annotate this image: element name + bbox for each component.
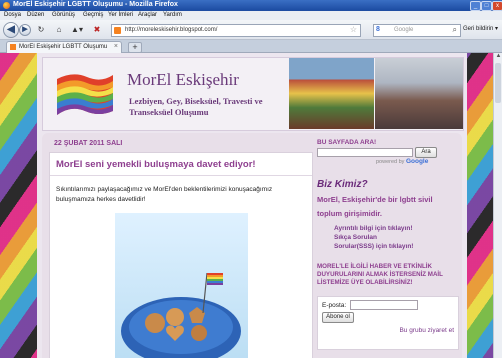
post-title[interactable]: MorEl seni yemekli buluşmaya davet ediyo… [56, 159, 256, 170]
parade-photo [289, 58, 374, 129]
email-label: E-posta: [322, 302, 347, 309]
reload-icon[interactable]: ↻ [36, 25, 46, 35]
new-tab-button[interactable]: + [128, 42, 142, 53]
rainbow-flag-logo [57, 74, 113, 115]
about-text: MorEl, Eskişehir'de bir lgbtt sivil topl… [317, 195, 433, 218]
blog-wrapper: MorEl Eskişehir Lezbiyen, Gey, Biseksüel… [37, 53, 467, 358]
tab-strip: MorEl Eskişehir LGBTT Oluşumu × + [0, 40, 502, 53]
visit-group-link[interactable]: Bu grubu ziyaret et [399, 327, 454, 334]
menu-tools[interactable]: Araçlar [138, 12, 157, 18]
blog-description: Lezbiyen, Gey, Biseksüel, Travesti ve Tr… [129, 96, 263, 117]
menu-history[interactable]: Geçmiş [83, 12, 103, 18]
faq-link[interactable]: Sıkça Sorulan [334, 234, 377, 241]
search-widget-title: BU SAYFADA ARA! [317, 139, 377, 146]
window-title-bar: MorEl Eskişehir LGBTT Oluşumu - Mozilla … [0, 0, 502, 11]
maximize-button[interactable]: □ [481, 1, 492, 11]
forward-arrow-icon[interactable]: ▶ [19, 24, 31, 36]
navigation-toolbar: ◀ ▶ ↻ ⌂ ▲▾ ✖ http://moreleskisehir.blogs… [0, 20, 502, 40]
home-icon[interactable]: ⌂ [54, 25, 64, 35]
google-icon: 8 [376, 26, 380, 33]
blog-search-input[interactable] [317, 148, 413, 157]
minimize-button[interactable]: _ [470, 1, 481, 11]
post-date: 22 ŞUBAT 2011 SALI [54, 140, 123, 147]
firefox-icon [3, 2, 10, 9]
tab-label: MorEl Eskişehir LGBTT Oluşumu [19, 44, 108, 50]
powered-by-google: powered by Google [376, 158, 428, 165]
menu-view[interactable]: Görünüş [52, 12, 75, 18]
subscribe-widget: E-posta: Abone ol Bu grubu ziyaret et [317, 296, 459, 350]
search-icon[interactable]: ⌕ [453, 25, 457, 35]
stop-icon[interactable]: ✖ [92, 25, 102, 35]
post-divider [50, 175, 312, 176]
faq-questions-link[interactable]: Sorular(SSS) için tıklayın! [334, 243, 413, 250]
vertical-scrollbar[interactable]: ▲ [493, 53, 502, 358]
blogger-icon [114, 27, 121, 34]
menu-edit[interactable]: Düzen [27, 12, 44, 18]
feedback-button[interactable]: Geri bildirin ▾ [463, 24, 499, 35]
email-field[interactable] [350, 300, 418, 310]
menu-file[interactable]: Dosya [4, 12, 21, 18]
close-tab-icon[interactable]: × [114, 43, 118, 50]
menu-bookmarks[interactable]: Yer İmleri [108, 12, 133, 18]
post-image[interactable] [115, 213, 248, 358]
search-box[interactable]: 8 Google ⌕ [373, 24, 461, 37]
close-window-button[interactable]: x [492, 1, 502, 11]
menu-bar: Dosya Düzen Görünüş Geçmiş Yer İmleri Ar… [0, 11, 502, 20]
search-placeholder[interactable]: Google [394, 27, 413, 33]
powered-by-text: powered by [376, 159, 405, 165]
blog-title[interactable]: MorEl Eskişehir [127, 70, 239, 90]
about-title: Biz Kimiz? [317, 179, 368, 190]
content-area: 22 ŞUBAT 2011 SALI MorEl seni yemekli bu… [42, 133, 462, 358]
scroll-up-icon[interactable]: ▲ [494, 53, 502, 62]
cookies-plate-illustration [121, 272, 241, 358]
blog-post: MorEl seni yemekli buluşmaya davet ediyo… [49, 152, 313, 358]
bookmark-star-icon[interactable]: ☆ [350, 25, 357, 34]
address-bar[interactable]: http://moreleskisehir.blogspot.com/ ☆ [111, 24, 361, 37]
scrollbar-thumb[interactable] [495, 63, 501, 103]
web-page: MorEl Eskişehir Lezbiyen, Gey, Biseksüel… [0, 53, 493, 358]
blog-search-button[interactable]: Ara [415, 147, 437, 158]
window-title: MorEl Eskişehir LGBTT Oluşumu - Mozilla … [13, 1, 178, 8]
post-body: Sıkıntılarımızı paylaşacağımız ve MorEl'… [56, 186, 273, 203]
tab-morel[interactable]: MorEl Eskişehir LGBTT Oluşumu × [6, 41, 122, 53]
subscribe-button[interactable]: Abone ol [322, 312, 354, 323]
menu-help[interactable]: Yardım [163, 12, 182, 18]
address-text[interactable]: http://moreleskisehir.blogspot.com/ [125, 27, 217, 33]
sidebar: BU SAYFADA ARA! Ara powered by Google Bi… [317, 139, 460, 358]
blogger-icon [10, 44, 16, 50]
google-brand: Google [405, 158, 429, 165]
back-arrow-icon[interactable]: ◀ [3, 22, 19, 38]
downloads-icon[interactable]: ▲▾ [70, 25, 84, 35]
crowd-photo [375, 58, 463, 129]
details-link[interactable]: Ayrıntılı bilgi için tıklayın! [334, 225, 413, 232]
mailing-list-text: MOREL'LE İLGİLİ HABER VE ETKİNLİK DUYURU… [317, 263, 443, 286]
blog-header: MorEl Eskişehir Lezbiyen, Gey, Biseksüel… [42, 57, 464, 131]
